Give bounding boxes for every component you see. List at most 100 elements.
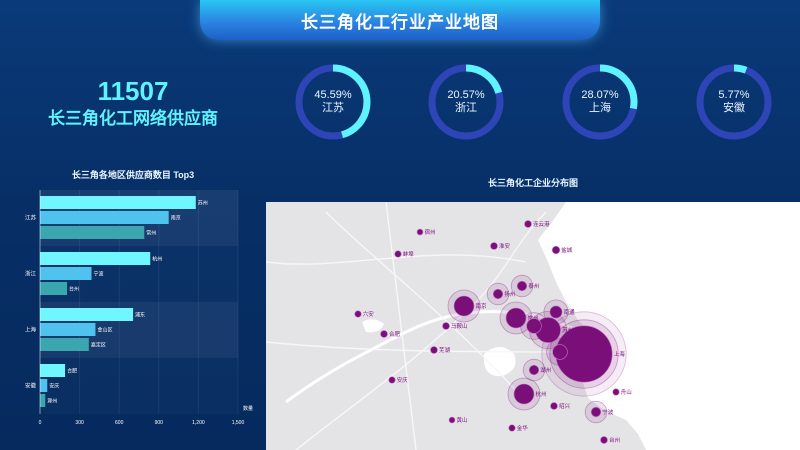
bar-label: 金山区 xyxy=(97,326,112,333)
map-marker xyxy=(490,242,498,250)
map-marker xyxy=(354,310,362,318)
bar-label: 安庆 xyxy=(49,382,59,389)
city-label: 淮安 xyxy=(499,242,511,250)
bar-label: 南京 xyxy=(171,214,181,221)
map-marker xyxy=(453,295,475,317)
ring-label: 45.59% 江苏 xyxy=(294,89,372,115)
bar-label: 滁州 xyxy=(47,397,57,404)
bar xyxy=(40,308,134,321)
map-marker xyxy=(551,245,561,255)
bar-label: 浦东 xyxy=(135,311,145,318)
bar xyxy=(40,267,92,280)
map-marker xyxy=(552,344,568,360)
ring-region: 上海 xyxy=(589,102,611,114)
bar xyxy=(40,394,46,407)
map-title: 长三角化工企业分布图 xyxy=(487,178,578,188)
total-label: 长三角化工网络供应商 xyxy=(48,109,218,128)
bar-label: 嘉定区 xyxy=(91,341,106,348)
map-marker xyxy=(430,346,438,354)
map-marker xyxy=(524,220,532,228)
total-suppliers: 11507 长三角化工网络供应商 xyxy=(0,76,266,132)
ring-region: 浙江 xyxy=(455,102,477,114)
map-marker xyxy=(590,406,602,418)
city-label: 湖州 xyxy=(540,366,551,374)
city-label: 南京 xyxy=(476,302,488,310)
city-label: 台州 xyxy=(609,436,620,444)
bar xyxy=(40,323,96,336)
city-label: 宿州 xyxy=(424,228,435,236)
city-label: 合肥 xyxy=(389,330,401,338)
map-marker xyxy=(448,416,456,424)
map-marker xyxy=(380,330,388,338)
map-marker xyxy=(526,318,542,334)
map-marker xyxy=(513,383,535,405)
map-marker xyxy=(394,250,402,258)
city-label: 金华 xyxy=(517,424,529,432)
ring-shanghai: 28.07% 上海 xyxy=(561,63,639,141)
x-tick-label: 0 xyxy=(39,420,42,426)
city-label: 舟山 xyxy=(621,388,632,396)
bar xyxy=(40,379,48,392)
city-label: 蚌埠 xyxy=(403,250,415,258)
map-marker xyxy=(600,436,608,444)
bar xyxy=(40,338,89,351)
city-label: 黄山 xyxy=(456,416,467,424)
map-marker xyxy=(388,376,396,384)
bar-label: 杭州 xyxy=(152,255,162,262)
city-label: 嘉兴 xyxy=(569,348,581,356)
city-label: 苏州 xyxy=(562,326,573,334)
group-band xyxy=(40,358,238,414)
ring-zhejiang: 20.57% 浙江 xyxy=(427,63,505,141)
map-marker xyxy=(550,402,558,410)
map-marker xyxy=(508,424,516,432)
ring-label: 20.57% 浙江 xyxy=(427,89,505,115)
city-label: 安庆 xyxy=(397,376,409,384)
ring-jiangsu: 45.59% 江苏 xyxy=(294,63,372,141)
map-marker xyxy=(516,280,528,292)
x-tick-label: 900 xyxy=(155,420,164,426)
x-tick-label: 1,500 xyxy=(232,420,245,426)
city-label: 盐城 xyxy=(561,246,573,254)
map-marker xyxy=(612,388,620,396)
bar xyxy=(40,226,145,239)
city-label: 六安 xyxy=(363,310,375,318)
city-label: 泰州 xyxy=(528,282,539,290)
bar-label: 常州 xyxy=(146,229,156,236)
city-label: 芜湖 xyxy=(439,346,451,354)
map-marker xyxy=(416,228,424,236)
x-tick-label: 1,200 xyxy=(192,420,205,426)
ring-label: 28.07% 上海 xyxy=(561,89,639,115)
group-label: 浙江 xyxy=(25,269,37,277)
ring-region: 江苏 xyxy=(322,102,344,114)
ring-region: 安徽 xyxy=(723,102,745,114)
bar xyxy=(40,252,151,265)
city-label: 扬州 xyxy=(504,290,515,298)
ring-percent: 20.57% xyxy=(447,89,485,101)
city-label: 杭州 xyxy=(536,390,547,398)
ring-percent: 5.77% xyxy=(718,89,750,101)
page-title: 长三角化工行业产业地图 xyxy=(301,12,499,32)
city-label: 宁波 xyxy=(602,408,614,416)
distribution-map[interactable]: 上海苏州南京常州杭州嘉兴无锡南通泰州扬州湖州宁波盐城淮安连云港合肥蚌埠安庆芜湖马… xyxy=(266,202,800,450)
bar xyxy=(40,211,169,224)
city-label: 马鞍山 xyxy=(451,322,468,330)
x-tick-label: 600 xyxy=(115,420,124,426)
group-label: 上海 xyxy=(25,325,37,333)
bar-chart-title: 长三角各地区供应商数目 Top3 xyxy=(71,170,195,180)
bar-chart: 江苏 苏州南京常州浙江 杭州宁波台州上海 浦东金山区嘉定区安徽 合肥安庆滁州 0 300 60… xyxy=(25,190,253,426)
bar-label: 宁波 xyxy=(93,270,103,277)
city-label: 南通 xyxy=(564,308,576,316)
group-label: 安徽 xyxy=(25,381,37,389)
ring-percent: 45.59% xyxy=(314,89,352,101)
bar xyxy=(40,364,66,377)
ring-anhui: 5.77% 安徽 xyxy=(695,63,773,141)
bar xyxy=(40,282,68,295)
city-label: 上海 xyxy=(614,350,626,358)
map-canvas: 上海苏州南京常州杭州嘉兴无锡南通泰州扬州湖州宁波盐城淮安连云港合肥蚌埠安庆芜湖马… xyxy=(266,202,800,450)
ring-label: 5.77% 安徽 xyxy=(695,89,773,115)
x-tick-label: 300 xyxy=(75,420,84,426)
map-marker xyxy=(442,322,450,330)
group-label: 江苏 xyxy=(25,213,37,221)
title-banner: 长三角化工行业产业地图 xyxy=(200,0,600,40)
map-marker xyxy=(528,364,540,376)
